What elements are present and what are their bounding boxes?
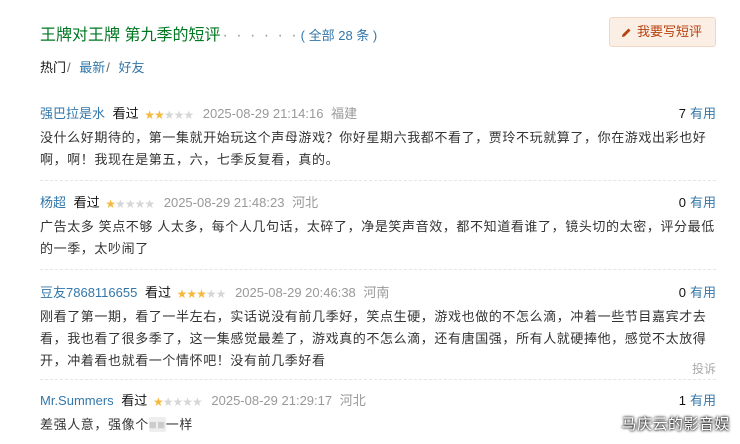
sort-tabs: 热门/ 最新/ 好友 <box>40 57 145 76</box>
comment-location: 河北 <box>292 195 319 210</box>
comment-divider <box>40 180 716 181</box>
star-icon: ★ <box>134 197 146 211</box>
tab-separator: / <box>67 60 71 75</box>
star-icon: ★ <box>163 108 175 122</box>
comment-meta: 杨超 看过 ★★★★★ 2025-08-29 21:48:23 河北 0 有用 <box>40 194 716 212</box>
comment-time: 2025-08-29 20:46:38 <box>235 285 356 300</box>
comment-location: 河北 <box>339 393 366 408</box>
comment-text: 广告太多 笑点不够 人太多，每个人几句话，太碎了，净是笑声音效，都不知道看谁了，… <box>40 219 715 256</box>
star-icon: ★ <box>115 197 126 211</box>
comment-item: 豆友7868116655 看过 ★★★★★ 2025-08-29 20:46:3… <box>40 284 716 372</box>
write-comment-button[interactable]: 我要写短评 <box>608 17 716 47</box>
useful-vote[interactable]: 1 有用 <box>679 392 716 410</box>
comment-text-start: 差强人意，强像个 <box>40 417 149 432</box>
star-icon: ★ <box>196 287 207 301</box>
comment-location: 福建 <box>331 106 358 121</box>
star-icon: ★ <box>186 287 197 301</box>
useful-button[interactable]: 有用 <box>690 393 716 408</box>
useful-vote[interactable]: 0 有用 <box>679 284 716 302</box>
useful-button[interactable]: 有用 <box>690 285 716 300</box>
blurred-text: ■■ <box>148 417 166 432</box>
star-icon: ★ <box>173 108 185 122</box>
star-icon: ★ <box>176 287 188 301</box>
star-icon: ★ <box>215 287 227 301</box>
star-icon: ★ <box>154 108 165 122</box>
comment-item: Mr.Summers 看过 ★★★★★ 2025-08-29 21:29:17 … <box>40 392 716 436</box>
comment-text: 没什么好期待的，第一集就开始玩这个声母游戏？你好星期六我都不看了，贾玲不玩就算了… <box>40 130 707 167</box>
useful-button[interactable]: 有用 <box>690 106 716 121</box>
pencil-icon <box>621 28 631 37</box>
section-title: 王牌对王牌 第九季的短评 · · · · · ·( 全部 28 条 ) <box>40 21 377 45</box>
tab-friends[interactable]: 好友 <box>119 60 145 75</box>
rating-stars: ★★★★★ <box>176 285 227 303</box>
all-comments-link[interactable]: ( 全部 28 条 ) <box>301 28 378 43</box>
comment-item: 杨超 看过 ★★★★★ 2025-08-29 21:48:23 河北 0 有用 广… <box>40 194 716 260</box>
useful-count: 0 <box>678 195 686 210</box>
star-icon: ★ <box>144 197 155 211</box>
comment-text-end: 一样 <box>165 417 193 432</box>
comment-meta: Mr.Summers 看过 ★★★★★ 2025-08-29 21:29:17 … <box>40 392 716 410</box>
title-dots: · · · · · · <box>222 27 299 44</box>
star-icon: ★ <box>192 395 203 409</box>
rating-stars: ★★★★★ <box>144 106 194 124</box>
star-icon: ★ <box>124 197 136 211</box>
star-icon: ★ <box>183 108 194 122</box>
useful-button[interactable]: 有用 <box>690 195 716 210</box>
comment-time: 2025-08-29 21:29:17 <box>211 393 333 408</box>
useful-count: 1 <box>678 393 686 408</box>
comment-location: 河南 <box>363 285 390 300</box>
rating-stars: ★★★★★ <box>152 393 203 411</box>
comment-user-link[interactable]: 强巴拉是水 <box>40 106 105 121</box>
report-link[interactable]: 投诉 <box>692 360 716 377</box>
watch-status: 看过 <box>144 285 171 300</box>
comment-divider <box>40 379 716 380</box>
comment-meta: 强巴拉是水 看过 ★★★★★ 2025-08-29 21:14:16 福建 7有… <box>40 105 716 123</box>
comment-time: 2025-08-29 21:48:23 <box>163 195 285 210</box>
star-icon: ★ <box>172 395 183 409</box>
comments-header: 王牌对王牌 第九季的短评 · · · · · ·( 全部 28 条 ) 我要写短评 <box>40 17 716 47</box>
comment-item: 强巴拉是水 看过 ★★★★★ 2025-08-29 21:14:16 福建 7有… <box>40 105 716 171</box>
star-icon: ★ <box>144 108 155 122</box>
tab-separator: / <box>106 60 110 75</box>
tab-latest[interactable]: 最新 <box>79 60 105 75</box>
comment-user-link[interactable]: 杨超 <box>40 195 66 210</box>
comment-user-link[interactable]: Mr.Summers <box>40 393 114 408</box>
useful-count: 0 <box>678 285 686 300</box>
comment-time: 2025-08-29 21:14:16 <box>202 106 324 121</box>
comment-text: 刚看了第一期，看了一半左右，实话说没有前几季好，笑点生硬，游戏也做的不怎么滴，冲… <box>40 309 707 368</box>
tab-hot[interactable]: 热门 <box>40 60 66 75</box>
write-comment-label: 我要写短评 <box>636 24 702 39</box>
section-title-text: 王牌对王牌 第九季的短评 <box>40 27 221 44</box>
watch-status: 看过 <box>73 195 100 210</box>
star-icon: ★ <box>105 197 116 211</box>
star-icon: ★ <box>152 395 164 409</box>
watch-status: 看过 <box>112 106 139 121</box>
useful-vote[interactable]: 7 有用 <box>679 105 716 123</box>
useful-count: 7 <box>678 106 686 121</box>
comment-meta: 豆友7868116655 看过 ★★★★★ 2025-08-29 20:46:3… <box>40 284 716 302</box>
useful-vote[interactable]: 0 有用 <box>679 194 716 212</box>
star-icon: ★ <box>205 287 217 301</box>
watch-status: 看过 <box>121 393 148 408</box>
comment-text: 差强人意，强像个■■一样 <box>40 414 716 436</box>
comment-user-link[interactable]: 豆友7868116655 <box>40 285 137 300</box>
watermark: 马庆云的影音娱 <box>621 416 730 433</box>
star-icon: ★ <box>162 395 174 409</box>
rating-stars: ★★★★★ <box>105 195 155 213</box>
star-icon: ★ <box>182 395 193 409</box>
comment-divider <box>40 269 716 270</box>
